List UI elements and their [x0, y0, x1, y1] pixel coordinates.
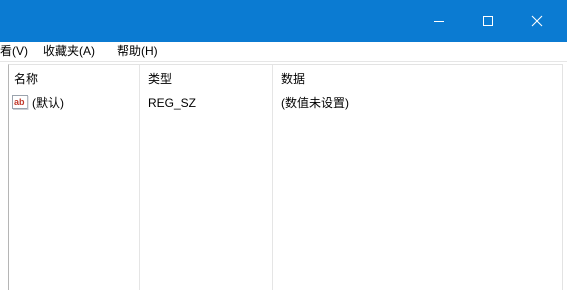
- menu-favorites[interactable]: 收藏夹(A): [43, 44, 95, 59]
- close-icon: [531, 15, 543, 27]
- table-row[interactable]: ab (默认) REG_SZ (数值未设置): [9, 93, 562, 113]
- values-list[interactable]: 名称 类型 数据 ab (默认) REG_SZ (数值未设置): [8, 64, 563, 290]
- menu-bar: 看(V) 收藏夹(A) 帮助(H): [0, 42, 567, 62]
- value-type: REG_SZ: [148, 96, 197, 110]
- svg-text:ab: ab: [14, 97, 25, 107]
- menu-help[interactable]: 帮助(H): [117, 44, 158, 59]
- close-button[interactable]: [514, 0, 560, 42]
- value-data: (数值未设置): [281, 96, 349, 110]
- maximize-icon: [483, 16, 493, 26]
- column-header-name[interactable]: 名称: [14, 72, 38, 86]
- registry-editor-window: 看(V) 收藏夹(A) 帮助(H) 名称 类型 数据 ab (默认) REG_S…: [0, 0, 567, 290]
- minimize-icon: [434, 21, 444, 22]
- title-bar[interactable]: [0, 0, 567, 42]
- menu-view[interactable]: 看(V): [0, 44, 28, 59]
- minimize-button[interactable]: [416, 0, 462, 42]
- string-value-icon: ab: [12, 95, 29, 110]
- column-header-data[interactable]: 数据: [281, 72, 305, 86]
- maximize-button[interactable]: [465, 0, 511, 42]
- column-header-type[interactable]: 类型: [148, 72, 172, 86]
- value-name: (默认): [32, 96, 64, 110]
